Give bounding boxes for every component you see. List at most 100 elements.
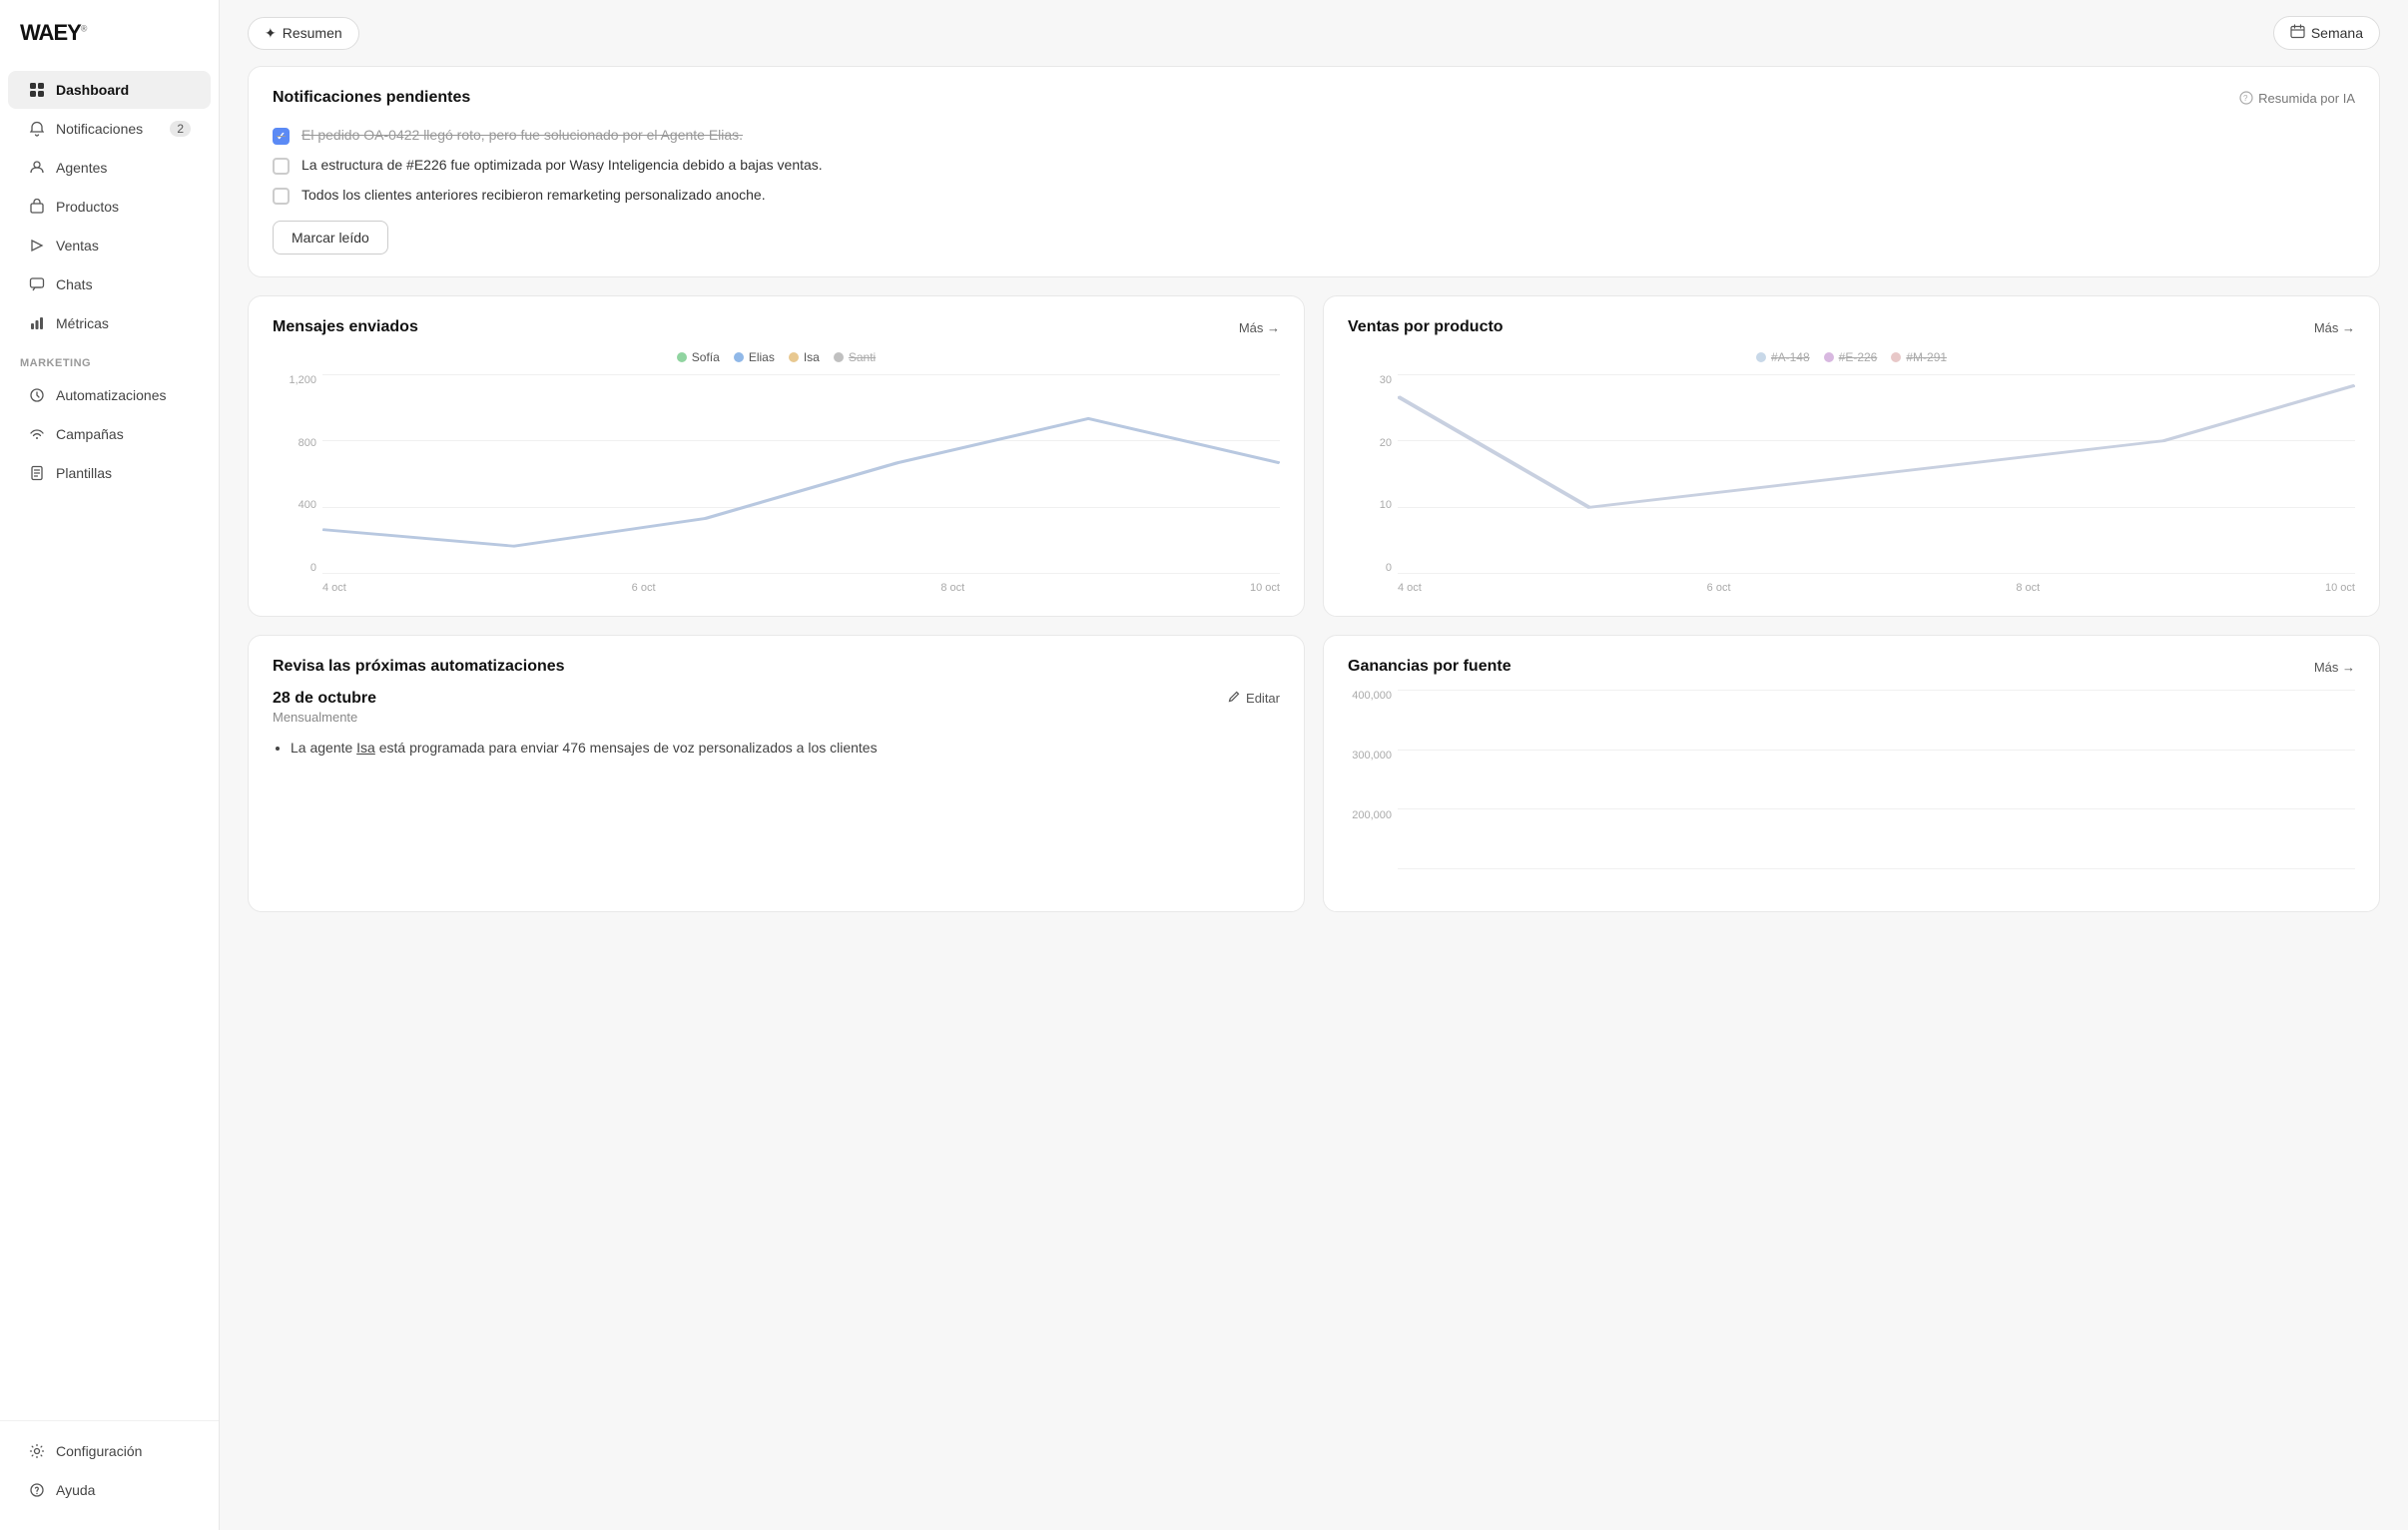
sidebar-item-metricas[interactable]: Métricas — [8, 304, 211, 342]
gear-icon — [28, 1442, 46, 1460]
sidebar-item-label: Ventas — [56, 238, 99, 254]
notification-item: La estructura de #E226 fue optimizada po… — [273, 151, 2355, 181]
sidebar-item-automatizaciones[interactable]: Automatizaciones — [8, 376, 211, 414]
sidebar-item-campanas[interactable]: Campañas — [8, 415, 211, 453]
y-label: 0 — [310, 562, 316, 574]
sidebar-item-productos[interactable]: Productos — [8, 188, 211, 226]
notification-badge: 2 — [170, 121, 191, 137]
bars-container — [1408, 690, 2345, 869]
sidebar-item-ventas[interactable]: Ventas — [8, 227, 211, 264]
y-label: 800 — [299, 437, 316, 449]
main-nav: Dashboard Notificaciones 2 Agentes Produ… — [0, 70, 219, 343]
auto-body: 28 de octubre Mensualmente Editar — [273, 690, 1280, 725]
x-label: 6 oct — [1707, 582, 1731, 594]
sidebar-item-chats[interactable]: Chats — [8, 265, 211, 303]
sidebar-item-dashboard[interactable]: Dashboard — [8, 71, 211, 109]
automatizaciones-card: Revisa las próximas automatizaciones 28 … — [248, 635, 1305, 912]
ventas-producto-card: Ventas por producto Más → #A-148 #E-226 … — [1323, 295, 2380, 617]
notification-list: El pedido OA-0422 llegó roto, pero fue s… — [273, 121, 2355, 211]
arrow-right-icon — [28, 237, 46, 255]
y-label: 0 — [1386, 562, 1392, 574]
auto-info: 28 de octubre Mensualmente — [273, 690, 376, 725]
sidebar-item-agentes[interactable]: Agentes — [8, 149, 211, 187]
wifi-icon — [28, 425, 46, 443]
mark-read-button[interactable]: Marcar leído — [273, 221, 388, 255]
resumen-button[interactable]: ✦ Resumen — [248, 17, 359, 50]
mensajes-header: Mensajes enviados Más → — [273, 318, 1280, 336]
sidebar-item-label: Dashboard — [56, 82, 129, 98]
y-label: 1,200 — [289, 374, 316, 386]
ventas-title: Ventas por producto — [1348, 318, 1504, 336]
x-label: 4 oct — [322, 582, 346, 594]
sidebar-item-ayuda[interactable]: Ayuda — [8, 1471, 211, 1509]
notification-checkbox-3[interactable] — [273, 188, 290, 205]
auto-title: Revisa las próximas automatizaciones — [273, 658, 565, 676]
sidebar-item-configuracion[interactable]: Configuración — [8, 1432, 211, 1470]
sidebar-item-notificaciones[interactable]: Notificaciones 2 — [8, 110, 211, 148]
x-label: 8 oct — [940, 582, 964, 594]
legend-dot — [834, 352, 844, 362]
mensajes-title: Mensajes enviados — [273, 318, 418, 336]
mensajes-y-axis: 1,200 800 400 0 — [273, 374, 322, 574]
notification-checkbox-1[interactable] — [273, 128, 290, 145]
file-icon — [28, 464, 46, 482]
legend-item-elias: Elias — [734, 350, 775, 364]
grid-icon — [28, 81, 46, 99]
mensajes-line-chart — [322, 374, 1280, 574]
logo: WAEY® — [0, 20, 219, 70]
sidebar: WAEY® Dashboard Notificaciones 2 Agentes — [0, 0, 220, 1530]
sidebar-item-label: Automatizaciones — [56, 387, 167, 403]
y-label: 400 — [299, 499, 316, 511]
dashboard-content: Notificaciones pendientes ? Resumida por… — [220, 66, 2408, 940]
x-label: 10 oct — [2325, 582, 2355, 594]
ventas-chart-area: 30 20 10 0 — [1348, 374, 2355, 594]
bar-chart-icon — [28, 314, 46, 332]
legend-item-m291: #M-291 — [1891, 350, 1947, 364]
semana-button[interactable]: Semana — [2273, 16, 2380, 50]
legend-item-a148: #A-148 — [1756, 350, 1810, 364]
legend-dot — [734, 352, 744, 362]
wand-icon: ✦ — [265, 25, 277, 42]
sidebar-item-label: Campañas — [56, 426, 124, 442]
legend-dot — [1891, 352, 1901, 362]
ganancias-header: Ganancias por fuente Más → — [1348, 658, 2355, 676]
user-icon — [28, 159, 46, 177]
x-label: 6 oct — [632, 582, 656, 594]
notification-checkbox-2[interactable] — [273, 158, 290, 175]
ganancias-more[interactable]: Más → — [2314, 660, 2355, 675]
notifications-title: Notificaciones pendientes — [273, 89, 470, 107]
mensajes-card: Mensajes enviados Más → Sofía Elias Isa — [248, 295, 1305, 617]
x-label: 8 oct — [2016, 582, 2040, 594]
ganancias-title: Ganancias por fuente — [1348, 658, 1511, 676]
svg-text:?: ? — [2243, 94, 2248, 103]
mensajes-more[interactable]: Más → — [1239, 320, 1280, 335]
auto-date: 28 de octubre — [273, 690, 376, 708]
ganancias-chart: 400,000 300,000 200,000 — [1348, 690, 2355, 889]
ganancias-card: Ganancias por fuente Más → 400,000 300,0… — [1323, 635, 2380, 912]
sidebar-item-label: Agentes — [56, 160, 107, 176]
ventas-more[interactable]: Más → — [2314, 320, 2355, 335]
auto-card-header: Revisa las próximas automatizaciones — [273, 658, 1280, 676]
auto-description: La agente Isa está programada para envia… — [273, 737, 1280, 759]
topbar: ✦ Resumen Semana — [220, 0, 2408, 66]
ia-badge[interactable]: ? Resumida por IA — [2239, 91, 2355, 106]
y-label: 20 — [1380, 437, 1392, 449]
x-label: 10 oct — [1250, 582, 1280, 594]
marketing-nav: Automatizaciones Campañas Plantillas — [0, 375, 219, 493]
notification-item: Todos los clientes anteriores recibieron… — [273, 181, 2355, 211]
sidebar-item-plantillas[interactable]: Plantillas — [8, 454, 211, 492]
mensajes-x-axis: 4 oct 6 oct 8 oct 10 oct — [322, 582, 1280, 594]
legend-dot — [789, 352, 799, 362]
box-icon — [28, 198, 46, 216]
ventas-header: Ventas por producto Más → — [1348, 318, 2355, 336]
y-label: 10 — [1380, 499, 1392, 511]
legend-item-sofia: Sofía — [677, 350, 720, 364]
clock-icon — [28, 386, 46, 404]
x-label: 4 oct — [1398, 582, 1422, 594]
edit-button[interactable]: Editar — [1228, 690, 1280, 706]
mensajes-legend: Sofía Elias Isa Santi — [273, 350, 1280, 364]
sidebar-item-label: Notificaciones — [56, 121, 143, 137]
legend-dot — [1756, 352, 1766, 362]
ventas-y-axis: 30 20 10 0 — [1348, 374, 1398, 574]
legend-item-e226: #E-226 — [1824, 350, 1878, 364]
